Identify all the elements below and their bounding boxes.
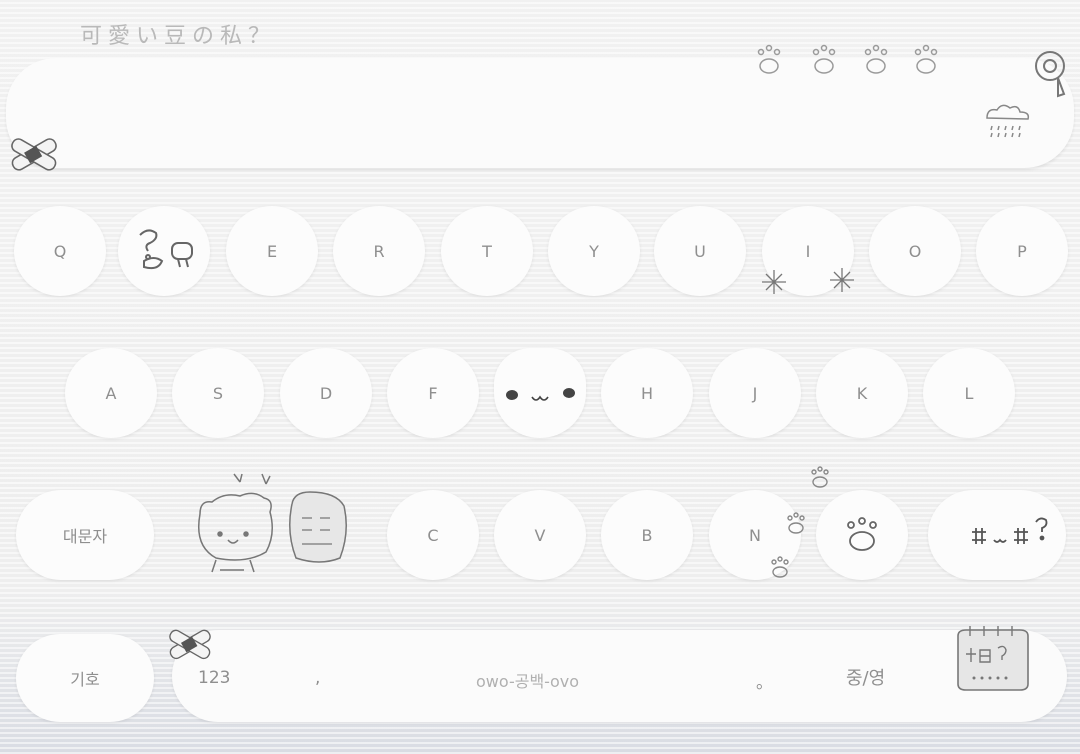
key-e[interactable]: E <box>226 206 318 296</box>
bear-doodle-key[interactable] <box>190 468 360 578</box>
key-t[interactable]: T <box>441 206 533 296</box>
key-b[interactable]: B <box>601 490 693 580</box>
enter-key-notebook-icon[interactable] <box>952 624 1034 696</box>
key-f[interactable]: F <box>387 348 479 438</box>
numbers-key[interactable]: 123 <box>198 668 230 688</box>
symbols-key[interactable]: 기호 <box>16 634 154 722</box>
paw-icon <box>847 517 877 551</box>
key-l[interactable]: L <box>923 348 1015 438</box>
backspace-key[interactable] <box>928 490 1066 580</box>
question-doodle-icon <box>139 229 193 270</box>
key-c[interactable]: C <box>387 490 479 580</box>
key-h[interactable]: H <box>601 348 693 438</box>
key-g[interactable] <box>494 348 586 438</box>
key-o[interactable]: O <box>869 206 961 296</box>
period-key[interactable]: 。 <box>756 668 773 693</box>
keyboard-title: 可愛い豆の私？ <box>80 24 277 49</box>
cat-face-icon <box>506 388 575 401</box>
key-v[interactable]: V <box>494 490 586 580</box>
small-paws-decoration <box>771 466 829 578</box>
key-s[interactable]: S <box>172 348 264 438</box>
key-u[interactable]: U <box>654 206 746 296</box>
key-a[interactable]: A <box>65 348 157 438</box>
key-j[interactable]: J <box>709 348 801 438</box>
key-d[interactable]: D <box>280 348 372 438</box>
key-r[interactable]: R <box>333 206 425 296</box>
key-p[interactable]: P <box>976 206 1068 296</box>
comma-key[interactable]: , <box>315 668 320 688</box>
space-bar-row <box>172 630 1067 722</box>
key-q[interactable]: Q <box>14 206 106 296</box>
key-w[interactable] <box>118 206 210 296</box>
cloud-rain-icon <box>986 104 1030 138</box>
paw-prints-decoration <box>757 44 938 74</box>
key-k[interactable]: K <box>816 348 908 438</box>
bandage-decoration <box>11 138 57 171</box>
language-switch-key[interactable]: 중/영 <box>846 664 885 690</box>
sparkle-decoration <box>762 268 854 294</box>
bandage-decoration-bottom <box>169 629 211 660</box>
shift-key[interactable]: 대문자 <box>16 490 154 580</box>
angry-face-icon <box>972 517 1048 544</box>
space-key[interactable]: owo-공백-ovo <box>476 668 579 692</box>
key-y[interactable]: Y <box>548 206 640 296</box>
settings-icon[interactable] <box>1030 48 1072 100</box>
